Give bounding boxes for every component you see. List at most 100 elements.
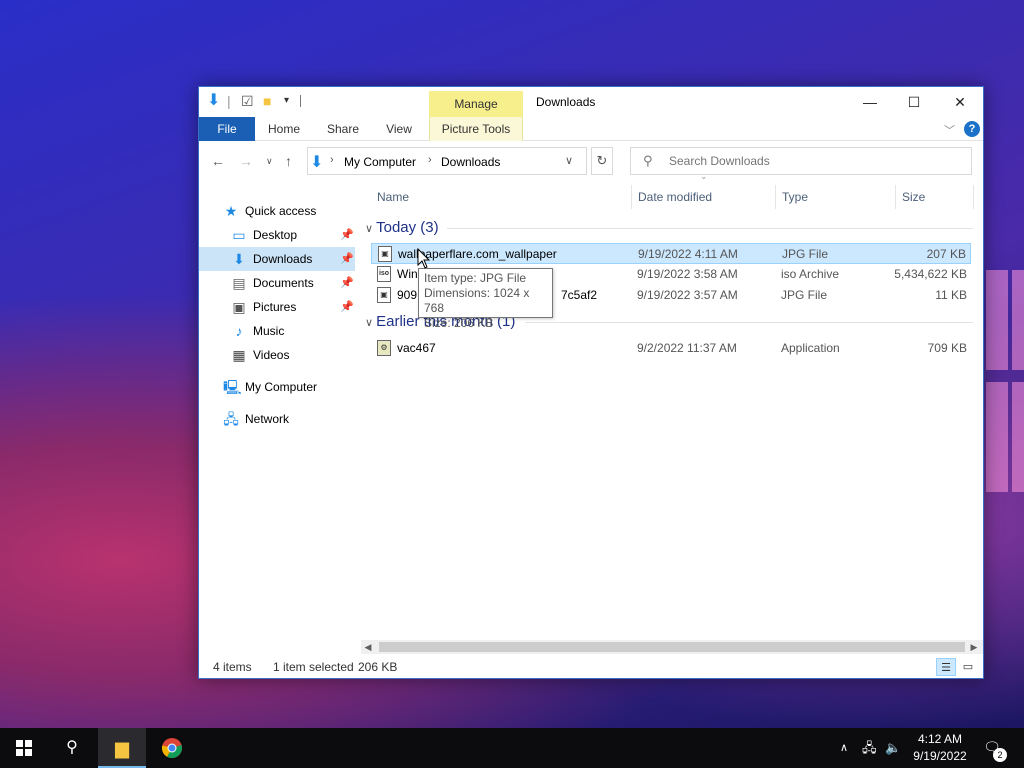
network-status-icon[interactable]: 🖧 [862, 728, 877, 768]
nav-documents[interactable]: ▤ Documents 📌 [199, 271, 355, 295]
details-view-icon[interactable]: ☰ [936, 658, 956, 676]
maximize-button[interactable]: ☐ [891, 87, 937, 117]
tab-view[interactable]: View [379, 117, 419, 141]
collapse-chevron-icon[interactable]: ∨ [365, 317, 376, 329]
refresh-button[interactable]: ↻ [591, 147, 613, 175]
pin-icon[interactable]: 📌 [340, 295, 354, 319]
group-header-today[interactable]: ∨ Today (3) [365, 217, 975, 239]
column-header-size[interactable]: Size [902, 181, 925, 213]
pin-icon[interactable]: 📌 [340, 247, 354, 271]
back-arrow-icon[interactable]: ← [211, 153, 225, 169]
help-icon[interactable]: ? [964, 121, 980, 137]
sort-arrow-icon: ⌄ [700, 171, 708, 181]
clock-time: 4:12 AM [917, 732, 963, 746]
properties-icon[interactable]: ☑ [241, 93, 254, 109]
column-header-type[interactable]: Type [782, 181, 808, 213]
new-folder-icon[interactable]: ■ [263, 93, 271, 109]
file-name: vac467 [397, 341, 436, 355]
start-button[interactable] [0, 728, 48, 768]
file-date: 9/19/2022 3:58 AM [637, 267, 738, 281]
nav-network[interactable]: 🖧 Network [199, 407, 355, 431]
customize-quick-access-icon[interactable]: ▾ [284, 93, 289, 109]
clock[interactable]: 4:12 AM 9/19/2022 [898, 731, 982, 765]
column-header-name[interactable]: Name [377, 181, 409, 213]
column-header-date-modified[interactable]: Date modified [638, 181, 712, 213]
file-size: 11 KB [935, 288, 967, 302]
nav-music[interactable]: ♪ Music [199, 319, 355, 343]
network-icon: 🖧 [223, 411, 239, 427]
nav-my-computer[interactable]: 🖳 My Computer [199, 375, 355, 399]
close-button[interactable]: ✕ [937, 87, 983, 117]
file-type: JPG File [782, 247, 829, 261]
image-file-icon: ▣ [378, 246, 392, 262]
quick-access-separator [300, 95, 301, 107]
nav-videos[interactable]: ▦ Videos [199, 343, 355, 367]
breadcrumb-downloads[interactable]: Downloads [441, 155, 500, 169]
address-bar[interactable]: ⬇ › My Computer › Downloads ∨ [307, 147, 587, 175]
title-bar[interactable]: ⬇ | ☑ ■ ▾ Manage Downloads — ☐ ✕ [199, 87, 983, 117]
pin-icon[interactable]: 📌 [340, 271, 354, 295]
breadcrumb-my-computer[interactable]: My Computer [344, 155, 416, 169]
file-explorer-taskbar-button[interactable]: ▆ [98, 728, 146, 768]
scroll-right-icon[interactable]: ▶ [967, 640, 981, 654]
divider: | [227, 93, 231, 109]
status-bar: 4 items 1 item selected 206 KB ☰ ▭ [199, 656, 983, 678]
column-divider[interactable] [631, 185, 632, 209]
downloads-location-icon: ⬇ [310, 154, 324, 171]
videos-icon: ▦ [232, 347, 246, 363]
show-hidden-icons-chevron-icon[interactable]: ∧ [840, 728, 848, 768]
pin-icon[interactable]: 📌 [340, 223, 354, 247]
column-divider[interactable] [775, 185, 776, 209]
nav-label: Pictures [253, 300, 297, 314]
tab-picture-tools[interactable]: Picture Tools [429, 117, 523, 141]
download-arrow-icon[interactable]: ⬇ [207, 93, 220, 109]
address-dropdown-icon[interactable]: ∨ [565, 154, 573, 167]
file-name-tail: 7c5af2 [561, 288, 598, 302]
windows-logo-icon [16, 740, 32, 756]
tab-file[interactable]: File [199, 117, 255, 141]
file-date: 9/2/2022 11:37 AM [637, 341, 737, 355]
forward-arrow-icon[interactable]: → [239, 153, 253, 169]
nav-downloads[interactable]: ⬇ Downloads 📌 [199, 247, 355, 271]
chrome-taskbar-button[interactable] [148, 728, 196, 768]
nav-label: Music [253, 324, 285, 338]
large-icons-view-icon[interactable]: ▭ [958, 658, 978, 676]
music-icon: ♪ [235, 323, 243, 339]
file-size: 709 KB [927, 341, 967, 355]
scrollbar-thumb[interactable] [379, 642, 965, 652]
tab-share[interactable]: Share [321, 117, 365, 141]
column-divider[interactable] [895, 185, 896, 209]
breadcrumb-separator-icon[interactable]: › [428, 154, 432, 166]
chrome-icon [161, 738, 182, 759]
manage-tab[interactable]: Manage [429, 91, 523, 117]
group-label: Today (3) [376, 219, 439, 236]
search-input[interactable] [669, 153, 959, 169]
collapse-chevron-icon[interactable]: ∨ [365, 223, 376, 235]
search-box[interactable]: ⚲ [630, 147, 972, 175]
file-size: 5,434,622 KB [894, 267, 967, 281]
tooltip-size: Size: 206 KB [424, 316, 494, 330]
up-arrow-icon[interactable]: ↑ [285, 153, 292, 169]
nav-quick-access[interactable]: ★ Quick access [199, 199, 355, 223]
recent-locations-chevron-icon[interactable]: ∨ [266, 156, 273, 167]
nav-desktop[interactable]: ▭ Desktop 📌 [199, 223, 355, 247]
file-row[interactable]: ⚙ vac467 9/2/2022 11:37 AM Application 7… [371, 338, 971, 359]
status-item-count: 4 items [213, 660, 252, 674]
wallpaper-windows-logo [986, 270, 1024, 500]
tab-home[interactable]: Home [261, 117, 307, 141]
nav-pictures[interactable]: ▣ Pictures 📌 [199, 295, 355, 319]
breadcrumb-separator-icon[interactable]: › [330, 154, 334, 166]
horizontal-scrollbar[interactable]: ◀ ▶ [361, 640, 983, 654]
minimize-button[interactable]: — [847, 87, 893, 117]
expand-ribbon-icon[interactable]: ﹀ [944, 122, 955, 138]
column-divider[interactable] [973, 185, 974, 209]
search-icon: ⚲ [643, 153, 653, 168]
file-row[interactable]: ▣ wallpaperflare.com_wallpaper 9/19/2022… [371, 243, 971, 264]
file-explorer-window: ⬇ | ☑ ■ ▾ Manage Downloads — ☐ ✕ File Ho… [198, 86, 984, 679]
tooltip-dimensions: Dimensions: 1024 x 768 [424, 286, 530, 315]
scroll-left-icon[interactable]: ◀ [361, 640, 375, 654]
navigation-pane: ★ Quick access ▭ Desktop 📌 ⬇ Downloads 📌… [199, 181, 359, 651]
nav-label: Videos [253, 348, 290, 362]
image-file-icon: ▣ [377, 287, 391, 303]
search-taskbar-button[interactable]: ⚲ [48, 728, 96, 768]
